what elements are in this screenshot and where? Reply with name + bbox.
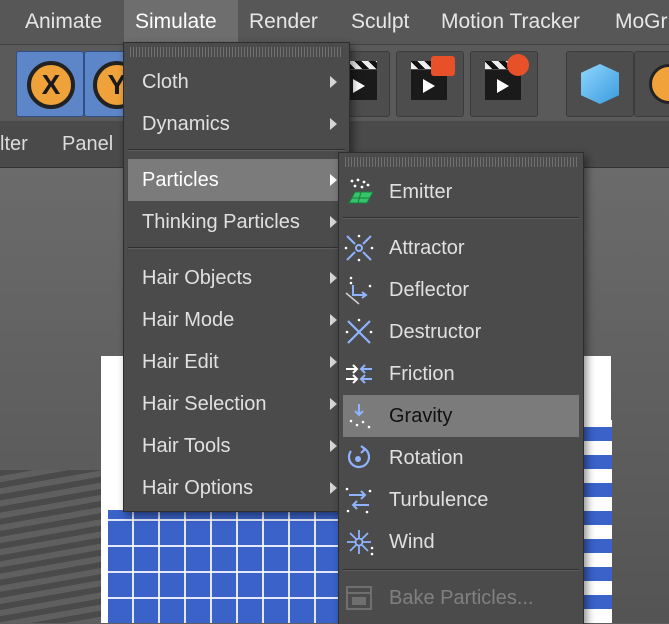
menu-item-bake-particles[interactable]: Bake Particles... [339, 577, 583, 619]
wind-icon [347, 530, 374, 556]
menu-item-hair-selection[interactable]: Hair Selection [124, 383, 349, 425]
menu-animate[interactable]: Animate [14, 0, 113, 44]
emitter-icon [348, 178, 374, 204]
submenu-arrow-icon [330, 398, 337, 410]
simulate-menu: Cloth Dynamics Particles Thinking Partic… [123, 42, 350, 512]
menu-item-label: Friction [389, 363, 455, 385]
picture-viewer-badge-icon [431, 56, 455, 76]
menu-item-label: Thinking Particles [142, 211, 300, 233]
menu-item-destructor[interactable]: Destructor [339, 311, 583, 353]
turbulence-icon [345, 487, 372, 514]
menu-item-label: Hair Mode [142, 309, 235, 331]
menu-item-label: Hair Tools [142, 435, 231, 457]
menu-item-label: Rotation [389, 447, 464, 469]
submenu-arrow-icon [330, 314, 337, 326]
y-axis-button[interactable]: Y [84, 51, 126, 117]
menu-item-label: Emitter [389, 181, 453, 203]
menu-item-emitter[interactable]: Emitter [339, 171, 583, 213]
menu-item-friction[interactable]: Friction [339, 353, 583, 395]
submenu-arrow-icon [330, 482, 337, 494]
menu-simulate[interactable]: Simulate [124, 0, 238, 44]
gear-icon [507, 54, 529, 76]
menu-item-label: Hair Objects [142, 267, 253, 289]
menu-item-hair-options[interactable]: Hair Options [124, 467, 349, 509]
menu-motion-tracker[interactable]: Motion Tracker [430, 0, 591, 44]
menu-bar: Animate Simulate Render Sculpt Motion Tr… [0, 0, 669, 44]
particles-submenu: Emitter Attractor Deflector Destructor F… [338, 152, 584, 624]
bake-particles-icon [346, 586, 372, 610]
menu-item-label: Particles [142, 169, 219, 191]
menu-item-turbulence[interactable]: Turbulence [339, 479, 583, 521]
menu-separator [128, 247, 345, 249]
pen-icon [649, 64, 669, 104]
menu-item-dynamics[interactable]: Dynamics [124, 103, 349, 145]
viewport-floor [0, 470, 110, 623]
menu-item-wind[interactable]: Wind [339, 521, 583, 563]
menu-tearoff-handle[interactable] [345, 157, 577, 167]
menu-item-cloth[interactable]: Cloth [124, 61, 349, 103]
submenu-arrow-icon [330, 76, 337, 88]
menu-item-label: Bake Particles... [389, 587, 534, 609]
submenu-arrow-icon [330, 440, 337, 452]
menu-item-label: Hair Options [142, 477, 254, 499]
x-axis-button[interactable]: X [16, 51, 84, 117]
menu-separator [128, 149, 345, 151]
menu-item-label: Deflector [389, 279, 470, 301]
menu-item-hair-tools[interactable]: Hair Tools [124, 425, 349, 467]
menu-item-rotation[interactable]: Rotation [339, 437, 583, 479]
filter-menu[interactable]: lter [0, 121, 28, 167]
menu-item-gravity[interactable]: Gravity [343, 395, 579, 437]
menu-render[interactable]: Render [238, 0, 329, 44]
menu-tearoff-handle[interactable] [130, 47, 343, 57]
panel-menu[interactable]: Panel [62, 121, 113, 167]
cube-button[interactable] [566, 51, 634, 117]
menu-item-particles[interactable]: Particles [128, 159, 349, 201]
menu-item-hair-objects[interactable]: Hair Objects [124, 257, 349, 299]
submenu-arrow-icon [330, 356, 337, 368]
rotation-icon [347, 445, 371, 469]
menu-item-attractor[interactable]: Attractor [339, 227, 583, 269]
menu-item-label: Gravity [389, 405, 453, 427]
friction-icon [346, 364, 372, 384]
submenu-arrow-icon [330, 272, 337, 284]
render-settings-button[interactable] [470, 51, 538, 117]
render-to-picture-viewer-button[interactable] [396, 51, 464, 117]
menu-item-thinking-particles[interactable]: Thinking Particles [124, 201, 349, 243]
menu-mograph[interactable]: MoGr [604, 0, 669, 44]
gravity-icon [349, 404, 371, 429]
menu-item-deflector[interactable]: Deflector [339, 269, 583, 311]
menu-item-label: Dynamics [142, 113, 230, 135]
destructor-icon [345, 318, 373, 344]
menu-separator [343, 569, 579, 571]
viewport-tiled-side [582, 420, 612, 623]
x-axis-icon: X [27, 61, 75, 109]
y-axis-icon: Y [93, 61, 125, 109]
attractor-icon [344, 234, 374, 262]
submenu-arrow-icon [330, 216, 337, 228]
cube-icon [581, 64, 619, 104]
menu-separator [343, 217, 579, 219]
menu-item-label: Wind [389, 531, 435, 553]
menu-item-hair-edit[interactable]: Hair Edit [124, 341, 349, 383]
menu-item-label: Cloth [142, 71, 189, 93]
submenu-arrow-icon [330, 118, 337, 130]
menu-item-hair-mode[interactable]: Hair Mode [124, 299, 349, 341]
menu-item-label: Attractor [389, 237, 465, 259]
submenu-arrow-icon [330, 174, 337, 186]
menu-item-label: Destructor [389, 321, 482, 343]
pen-tool-button[interactable] [634, 51, 669, 117]
menu-sculpt[interactable]: Sculpt [340, 0, 420, 44]
menu-item-label: Hair Edit [142, 351, 219, 373]
menu-item-label: Turbulence [389, 489, 489, 511]
menu-item-label: Hair Selection [142, 393, 267, 415]
deflector-icon [345, 276, 372, 305]
